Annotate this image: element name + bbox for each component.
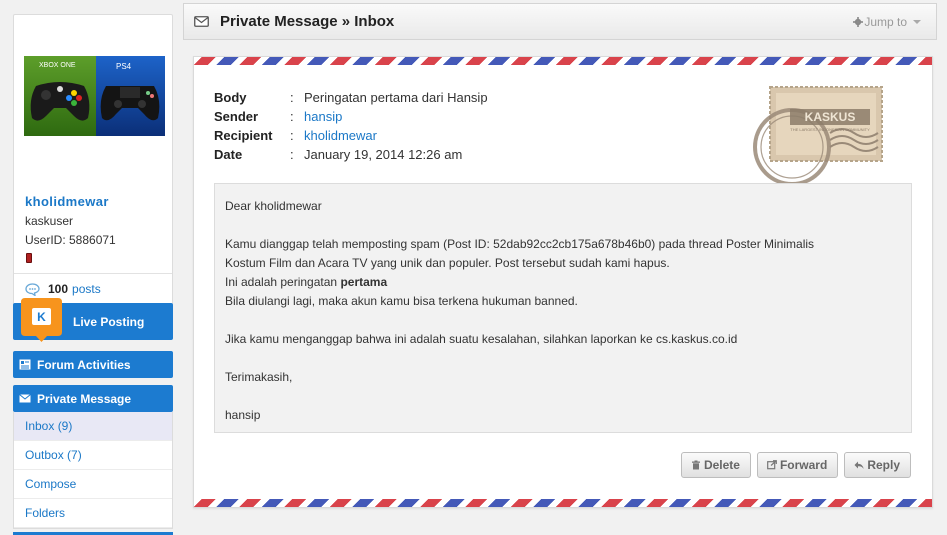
private-message-menu: Inbox (9) Outbox (7) Compose Folders: [13, 412, 173, 529]
username-link[interactable]: kholidmewar: [25, 194, 172, 209]
user-id: UserID: 5886071: [25, 233, 116, 247]
separator: :: [290, 90, 294, 105]
menu-item-inbox[interactable]: Inbox (9): [14, 412, 172, 441]
ps4-controller-icon: [100, 86, 160, 121]
menu-item-compose[interactable]: Compose: [14, 470, 172, 499]
message-greeting: Dear kholidmewar: [225, 199, 322, 213]
chat-bubble-icon: [25, 282, 40, 296]
live-posting-label: Live Posting: [73, 315, 145, 329]
airmail-stripe-top: [194, 57, 932, 65]
message-line: Kostum Film dan Acara TV yang unik dan p…: [225, 256, 670, 270]
forum-activities-button[interactable]: Forum Activities: [13, 351, 173, 378]
separator: :: [290, 128, 294, 143]
posts-link[interactable]: posts: [72, 282, 101, 296]
sidebar: XBOX ONE PS4 kholidmewar kaskuser UserID…: [13, 14, 173, 535]
reply-icon: [854, 461, 864, 469]
forward-icon: [767, 460, 777, 470]
message-line: Ini adalah peringatan pertama: [225, 273, 901, 292]
page-header: Private Message » Inbox Jump to: [183, 3, 937, 40]
message-line: Bila diulangi lagi, maka akun kamu bisa …: [225, 294, 578, 308]
avatar-xbox-text: XBOX ONE: [39, 62, 76, 69]
page-title: Private Message » Inbox: [220, 13, 395, 30]
message-thanks: Terimakasih,: [225, 370, 293, 384]
envelope-icon: [194, 16, 209, 27]
jump-to-label: Jump to: [864, 15, 907, 29]
forward-label: Forward: [779, 458, 828, 472]
stamp-subtext: THE LARGEST INDONESIAN COMMUNITY: [790, 127, 870, 132]
private-message-button[interactable]: Private Message: [13, 385, 173, 412]
profile-card: XBOX ONE PS4 kholidmewar kaskuser UserID…: [13, 14, 173, 305]
trash-icon: [691, 460, 700, 470]
reputation-icon: [26, 253, 32, 263]
svg-text:K: K: [37, 310, 46, 324]
kaskus-live-icon: K: [21, 298, 62, 342]
private-message-label: Private Message: [37, 391, 132, 406]
message-body: Dear kholidmewar Kamu dianggap telah mem…: [214, 183, 912, 433]
message-line: Kamu dianggap telah memposting spam (Pos…: [225, 237, 815, 251]
body-label: Body: [214, 90, 247, 105]
forward-button[interactable]: Forward: [756, 452, 839, 478]
message-line: Jika kamu menganggap bahwa ini adalah su…: [225, 332, 738, 346]
airmail-stripe-bottom: [194, 499, 932, 507]
chevron-down-icon: [913, 20, 921, 24]
avatar-ps-text: PS4: [116, 62, 132, 71]
live-posting-button[interactable]: K Live Posting: [13, 298, 173, 342]
xbox-controller-icon: [30, 82, 90, 121]
separator: :: [290, 109, 294, 124]
separator: :: [290, 147, 294, 162]
avatar[interactable]: XBOX ONE PS4: [24, 56, 165, 136]
warning-level: pertama: [340, 275, 388, 289]
message-subject: Peringatan pertama dari Hansip: [304, 90, 488, 105]
warning-text: Ini adalah peringatan: [225, 275, 341, 289]
reply-label: Reply: [867, 458, 900, 472]
message-date: January 19, 2014 12:26 am: [304, 147, 463, 162]
reply-button[interactable]: Reply: [844, 452, 911, 478]
gear-icon: [853, 17, 864, 27]
message-signature: hansip: [225, 408, 261, 422]
recipient-label: Recipient: [214, 128, 273, 143]
sender-label: Sender: [214, 109, 259, 124]
kaskus-stamp-icon: KASKUS THE LARGEST INDONESIAN COMMUNITY: [753, 86, 883, 186]
jump-to-dropdown[interactable]: Jump to: [853, 15, 921, 29]
envelope-icon: [19, 394, 31, 403]
menu-item-folders[interactable]: Folders: [14, 499, 172, 528]
delete-button[interactable]: Delete: [680, 452, 751, 478]
message-card: Body : Peringatan pertama dari Hansip Se…: [193, 56, 933, 508]
posts-count: 100: [48, 282, 69, 296]
date-label: Date: [214, 147, 243, 162]
recipient-link[interactable]: kholidmewar: [304, 128, 377, 143]
message-actions: Delete Forward Reply: [680, 452, 911, 478]
user-title: kaskuser: [25, 214, 74, 228]
forum-activities-icon: [19, 359, 31, 370]
menu-item-outbox[interactable]: Outbox (7): [14, 441, 172, 470]
stamp-text: KASKUS: [805, 110, 856, 124]
message-meta: Body : Peringatan pertama dari Hansip Se…: [214, 88, 488, 164]
sender-link[interactable]: hansip: [304, 109, 342, 124]
forum-activities-label: Forum Activities: [37, 357, 131, 372]
delete-label: Delete: [703, 458, 740, 472]
